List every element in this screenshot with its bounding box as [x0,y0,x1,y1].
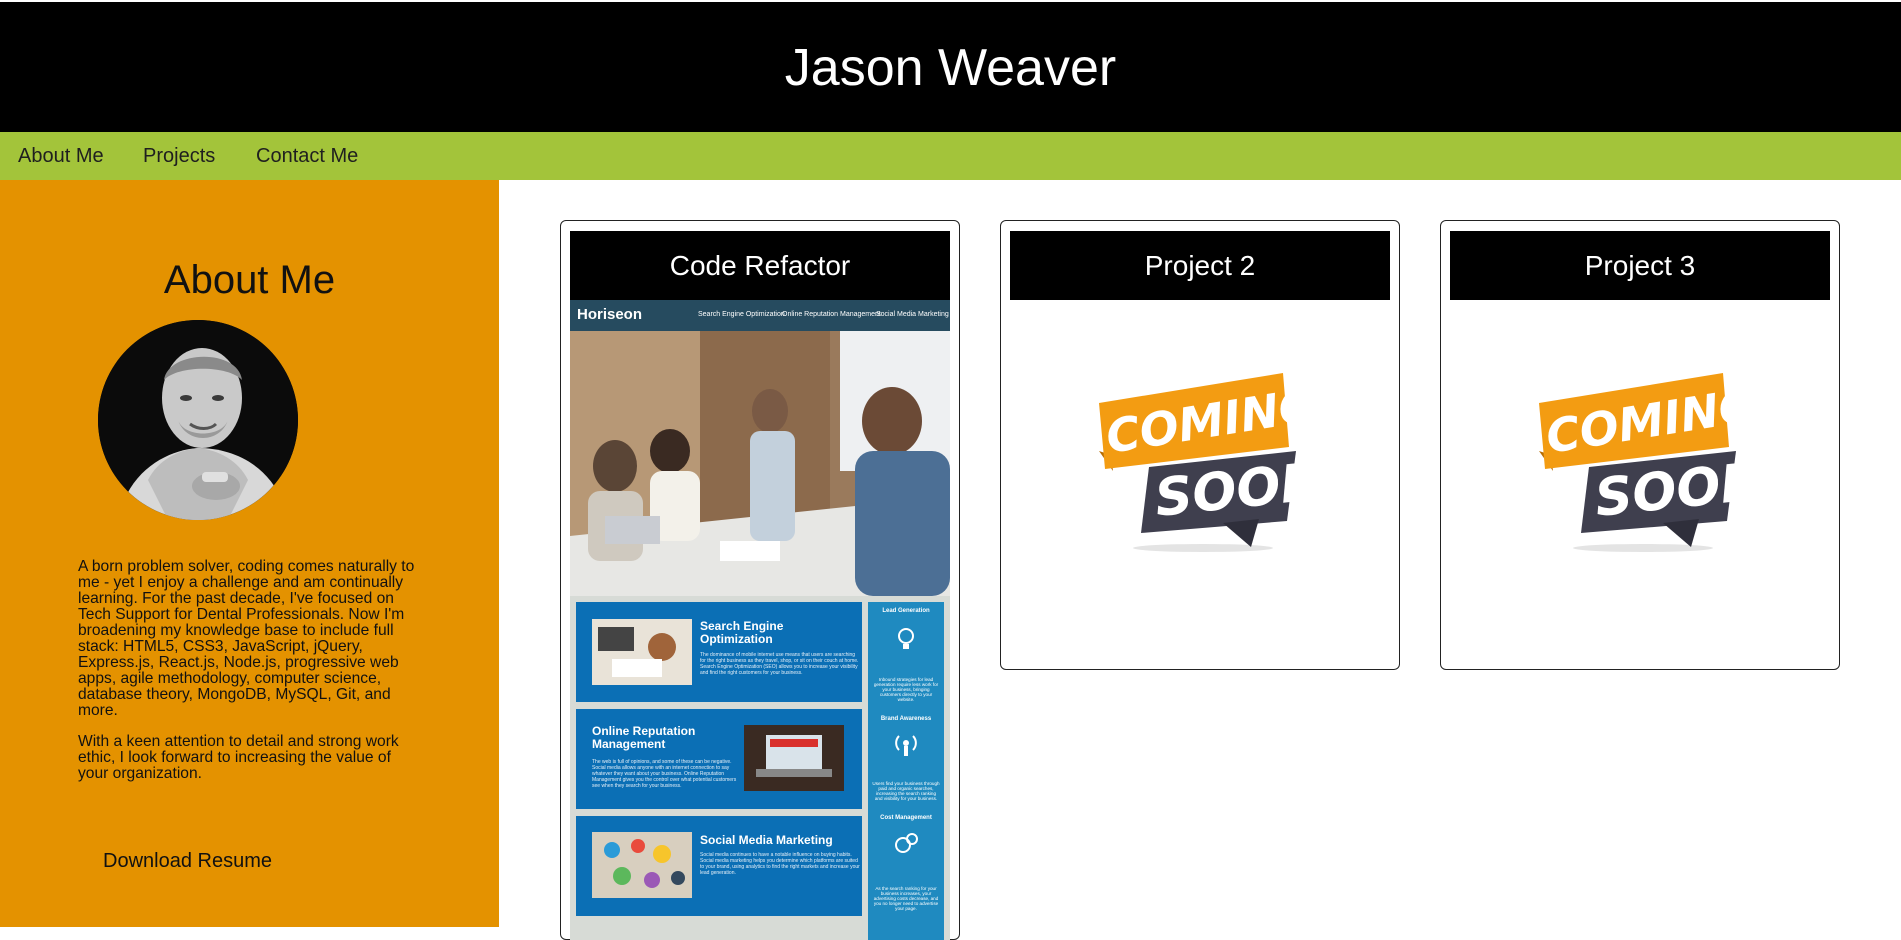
project-title: Project 3 [1450,231,1830,300]
about-heading: About Me [163,258,336,302]
coming-soon-badge: COMING SOON [1099,373,1311,552]
about-bio: A born problem solver, coding comes natu… [78,559,418,797]
project-card-3[interactable]: Project 3 COMING SOON [1440,220,1840,670]
block-title: Search Engine Optimization [700,619,784,646]
orm-image [744,725,844,791]
side-text: As the search ranking for your business … [873,886,939,911]
block-title: Social Media Marketing [700,833,833,847]
preview-smm-block: Social Media Marketing Social media cont… [576,816,862,916]
preview-sidebar: Lead Generation Inbound strategies for l… [868,602,944,940]
block-text: Social media continues to have a notable… [700,852,860,876]
smm-image [592,832,692,898]
block-title: Online Reputation Management [592,724,696,751]
side-text: Users find your business through paid an… [872,781,940,801]
preview-menu-item: Online Reputation Management [782,311,881,318]
side-title: Cost Management [880,815,932,821]
block-text: The dominance of mobile internet use mea… [700,652,859,676]
gears-money-icon [895,833,918,853]
preview-hero-image [570,331,950,596]
bio-paragraph: With a keen attention to detail and stro… [78,733,399,782]
nav-projects[interactable]: Projects [143,145,215,168]
site-title: Jason Weaver [784,39,1117,97]
project-card-code-refactor[interactable]: Code Refactor Horiseon Search Engine Opt… [560,220,960,940]
about-section: About Me A born problem solver, coding c… [0,180,499,927]
preview-orm-block: Online Reputation Management The web is … [576,709,862,809]
project-screenshot[interactable]: Horiseon Search Engine Optimization Onli… [570,300,950,940]
nav-about-me[interactable]: About Me [18,145,104,168]
bio-paragraph: A born problem solver, coding comes natu… [78,558,415,719]
download-resume-link[interactable]: Download Resume [103,850,272,873]
preview-navbar: Horiseon Search Engine Optimization Onli… [570,300,950,331]
project-title: Code Refactor [570,231,950,300]
main-nav: About Me Projects Contact Me [0,132,1901,180]
project-card-2[interactable]: Project 2 COMING SOON [1000,220,1400,670]
broadcast-icon [895,735,917,756]
side-title: Lead Generation [882,608,930,614]
preview-seo-block: Search Engine Optimization The dominance… [576,602,862,702]
seo-image [592,619,692,685]
preview-menu-item: Social Media Marketing [876,311,949,318]
avatar [98,320,298,520]
project-title: Project 2 [1010,231,1390,300]
coming-soon-badge: COMING SOON [1539,373,1751,552]
preview-brand: Horiseon [577,306,643,323]
site-header: Jason Weaver [0,0,1901,132]
preview-menu-item: Search Engine Optimization [698,311,785,318]
nav-contact-me[interactable]: Contact Me [256,145,358,168]
profile-photo [98,320,298,520]
side-title: Brand Awareness [880,716,932,722]
block-text: The web is full of opinions, and some of… [592,759,737,789]
side-text: Inbound strategies for lead generation r… [873,677,939,702]
lightbulb-icon [898,628,914,649]
